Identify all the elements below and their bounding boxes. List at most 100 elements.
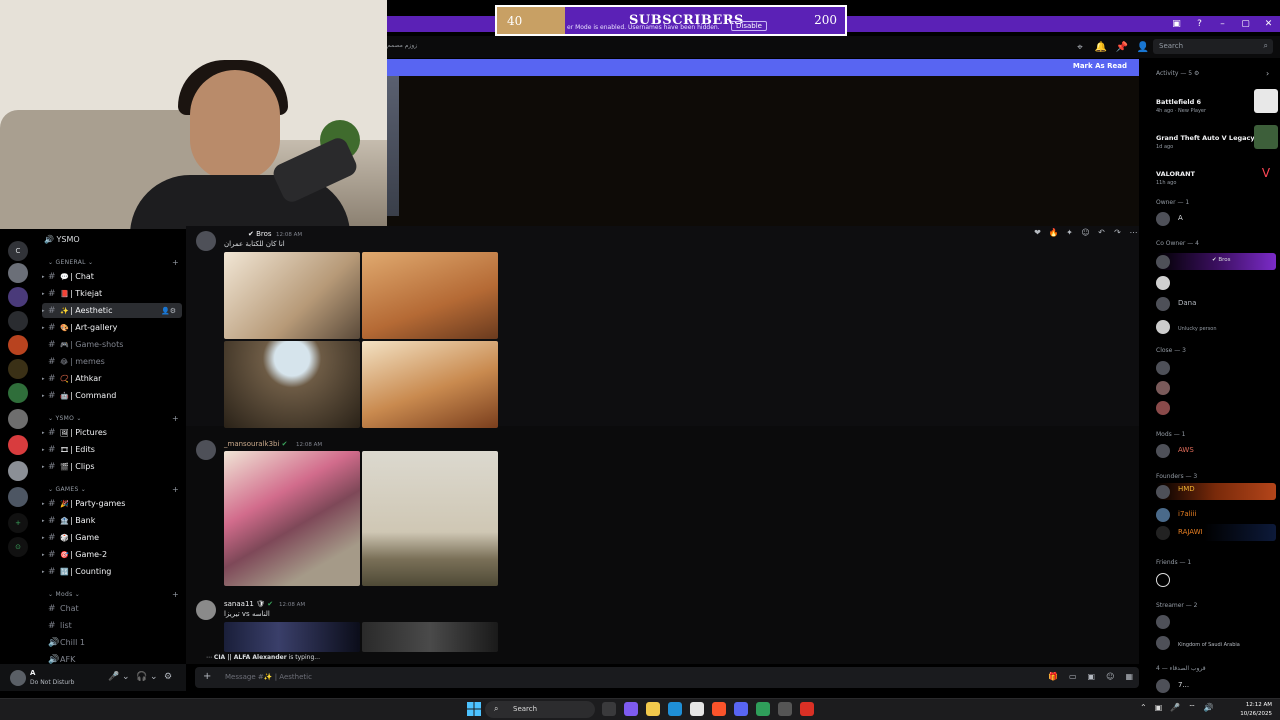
brave-icon[interactable] bbox=[712, 702, 726, 716]
headphones-icon[interactable]: 🎧 bbox=[136, 672, 147, 682]
image-attachment[interactable] bbox=[224, 252, 360, 339]
apps-icon[interactable]: ▦ bbox=[1125, 672, 1133, 681]
category-ysmo[interactable]: ⌄ YSMO ⌄ + bbox=[48, 414, 179, 423]
member-row[interactable]: 7... bbox=[1156, 677, 1278, 694]
member-row[interactable]: ✔ Bros bbox=[1156, 253, 1278, 270]
tray-app-icon[interactable]: ▣ bbox=[1155, 703, 1163, 713]
gift-icon[interactable]: 🎁 bbox=[1048, 672, 1058, 681]
channel-bank[interactable]: ▸ # 🏦 | Bank bbox=[42, 513, 182, 528]
fire-icon[interactable]: 🔥 bbox=[1047, 226, 1060, 239]
user-avatar[interactable] bbox=[10, 670, 26, 686]
channel-clips[interactable]: ▸ # 🎬 | Clips bbox=[42, 459, 182, 474]
members-icon[interactable]: 👤 bbox=[1136, 40, 1150, 54]
tray-mic-icon[interactable]: 🎤 bbox=[1170, 703, 1180, 713]
image-attachment[interactable] bbox=[362, 622, 498, 652]
server-icon[interactable] bbox=[8, 409, 28, 429]
search-input[interactable]: Search ⌕ bbox=[1153, 39, 1273, 54]
chevron-down-icon[interactable]: ⌄ bbox=[150, 672, 158, 682]
more-icon[interactable]: ⋯ bbox=[1127, 226, 1140, 239]
taskbar-search[interactable]: ⌕ Search bbox=[485, 701, 595, 718]
chevron-down-icon[interactable]: ⌄ bbox=[122, 672, 130, 682]
disable-streamer-mode-button[interactable]: Disable bbox=[731, 21, 767, 31]
chevron-right-icon[interactable]: › bbox=[1266, 69, 1269, 78]
message-composer[interactable]: + Message #✨ | Aesthetic 🎁 ▭ ▣ ☺ ▦ bbox=[195, 667, 1139, 688]
message-avatar[interactable] bbox=[196, 231, 216, 251]
server-icon-c[interactable]: C bbox=[8, 241, 28, 261]
task-view-icon[interactable] bbox=[602, 702, 616, 716]
member-row[interactable] bbox=[1156, 571, 1278, 588]
message-author[interactable]: ✔ Bros bbox=[248, 230, 272, 238]
windows-start-icon[interactable] bbox=[467, 702, 481, 716]
volume-icon[interactable]: 🔊 bbox=[1204, 703, 1214, 713]
discord-icon[interactable] bbox=[734, 702, 748, 716]
image-attachment[interactable] bbox=[224, 341, 360, 428]
member-row[interactable] bbox=[1156, 359, 1278, 376]
mark-as-read-button[interactable]: Mark As Read bbox=[1073, 62, 1127, 70]
heart-icon[interactable]: ❤ bbox=[1031, 226, 1044, 239]
member-row[interactable]: Unlucky person bbox=[1156, 318, 1278, 335]
sticker-icon[interactable]: ▣ bbox=[1088, 672, 1096, 681]
add-server-icon[interactable]: + bbox=[8, 513, 28, 533]
image-attachment[interactable] bbox=[224, 622, 360, 652]
message-avatar[interactable] bbox=[196, 440, 216, 460]
activity-card[interactable]: Battlefield 6 4h ago · New Player bbox=[1154, 86, 1278, 118]
message-avatar[interactable] bbox=[196, 600, 216, 620]
chevron-up-icon[interactable]: ⌃ bbox=[1140, 703, 1147, 713]
maximize-button[interactable]: ▢ bbox=[1234, 16, 1257, 32]
image-attachment[interactable] bbox=[362, 252, 498, 339]
category-general[interactable]: ⌄ GENERAL ⌄ + bbox=[48, 258, 179, 267]
inbox-icon[interactable]: ▣ bbox=[1165, 16, 1188, 32]
server-icon[interactable] bbox=[8, 311, 28, 331]
image-attachment[interactable] bbox=[362, 341, 498, 428]
member-row[interactable]: Kingdom of Saudi Arabia bbox=[1156, 634, 1278, 651]
app-icon[interactable] bbox=[800, 702, 814, 716]
channel-command[interactable]: ▸ # 🤖 | Command bbox=[42, 388, 182, 403]
add-channel-icon[interactable]: + bbox=[172, 414, 179, 423]
channel-chat[interactable]: ▸ # 💬 | Chat bbox=[42, 269, 182, 284]
channel-game-shots[interactable]: # 🎮 | Game-shots bbox=[42, 337, 182, 352]
copilot-icon[interactable] bbox=[624, 702, 638, 716]
channel-art-gallery[interactable]: ▸ # 🎨 | Art-gallery bbox=[42, 320, 182, 335]
excel-icon[interactable] bbox=[756, 702, 770, 716]
channel-aesthetic[interactable]: ▸ # ✨ | Aesthetic 👤⚙ bbox=[42, 303, 182, 318]
member-row[interactable]: Dana bbox=[1156, 295, 1278, 312]
member-row[interactable]: A bbox=[1156, 210, 1278, 227]
server-name[interactable]: 🔊 YSMO bbox=[44, 235, 80, 244]
channel-game-2[interactable]: ▸ # 🎯 | Game-2 bbox=[42, 547, 182, 562]
add-channel-icon[interactable]: + bbox=[172, 590, 179, 599]
member-row[interactable]: RAJAWI bbox=[1156, 524, 1278, 541]
member-row[interactable] bbox=[1156, 379, 1278, 396]
channel-game[interactable]: ▸ # 🎲 | Game bbox=[42, 530, 182, 545]
obs-icon[interactable] bbox=[778, 702, 792, 716]
channel-memes[interactable]: # 😂 | memes bbox=[42, 354, 182, 369]
channel-tkiejat[interactable]: ▸ # 📕 | Tkiejat bbox=[42, 286, 182, 301]
minimize-button[interactable]: – bbox=[1211, 16, 1234, 32]
message-author[interactable]: sanaa11 🛡 ✔ bbox=[224, 600, 273, 608]
channel-chill-1[interactable]: 🔊 Chill 1 bbox=[42, 635, 182, 650]
server-icon[interactable] bbox=[8, 383, 28, 403]
category-mods[interactable]: ⌄ Mods ⌄ + bbox=[48, 590, 179, 599]
sparkle-icon[interactable]: ✦ bbox=[1063, 226, 1076, 239]
gif-icon[interactable]: ▭ bbox=[1069, 672, 1077, 681]
close-button[interactable]: ✕ bbox=[1257, 16, 1280, 32]
server-icon[interactable] bbox=[8, 263, 28, 283]
channel-edits[interactable]: ▸ # 🎞 | Edits bbox=[42, 442, 182, 457]
member-row[interactable] bbox=[1156, 613, 1278, 630]
emoji-icon[interactable]: ☺ bbox=[1106, 672, 1114, 681]
add-channel-icon[interactable]: + bbox=[172, 258, 179, 267]
reply-icon[interactable]: ↶ bbox=[1095, 226, 1108, 239]
file-explorer-icon[interactable] bbox=[646, 702, 660, 716]
forward-icon[interactable]: ↷ bbox=[1111, 226, 1124, 239]
gear-icon[interactable]: ⚙ bbox=[164, 672, 172, 682]
help-icon[interactable]: ? bbox=[1188, 16, 1211, 32]
server-icon[interactable] bbox=[8, 435, 28, 455]
add-attachment-icon[interactable]: + bbox=[203, 671, 211, 682]
store-icon[interactable] bbox=[690, 702, 704, 716]
server-icon[interactable] bbox=[8, 335, 28, 355]
image-attachment[interactable] bbox=[224, 451, 360, 586]
channel-mods-chat[interactable]: # Chat bbox=[42, 601, 182, 616]
member-row[interactable]: i7aliii bbox=[1156, 506, 1278, 523]
category-games[interactable]: ⌄ GAMES ⌄ + bbox=[48, 485, 179, 494]
activity-card[interactable]: Grand Theft Auto V Legacy 1d ago bbox=[1154, 122, 1278, 154]
bell-icon[interactable]: 🔔 bbox=[1094, 40, 1108, 54]
